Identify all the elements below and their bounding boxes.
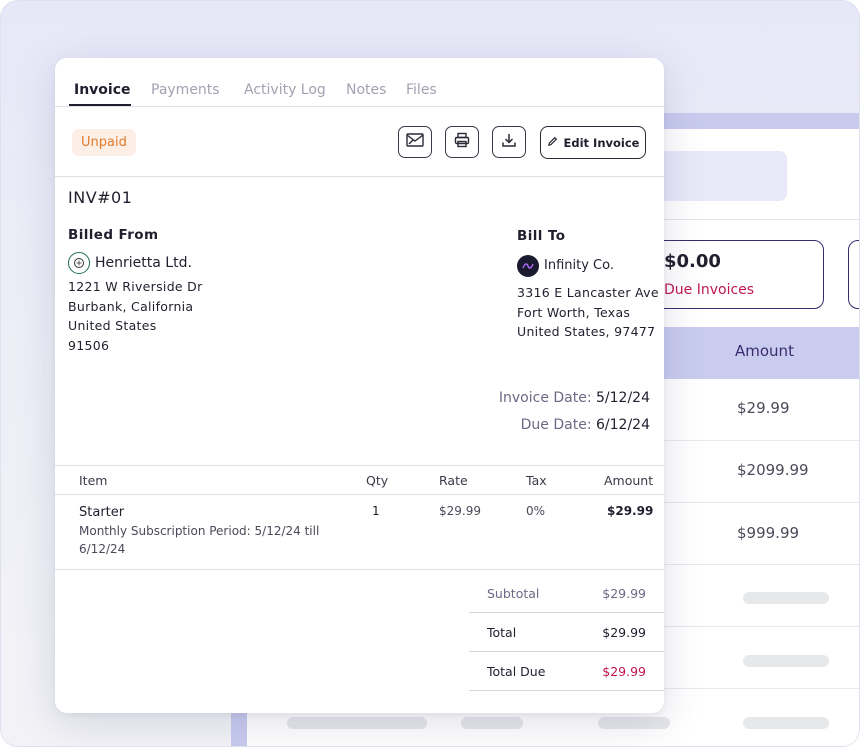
item-rate: $29.99 [439,504,481,518]
billed-from-heading: Billed From [68,227,159,243]
invoice-date-label: Invoice Date: [498,390,592,406]
print-button[interactable] [445,126,479,158]
summary-card[interactable] [848,240,859,309]
column-header-item: Item [79,473,108,488]
edit-invoice-button[interactable]: Edit Invoice [540,126,646,159]
address-line: 1221 W Riverside Dr [68,279,203,294]
header-divider [55,176,664,177]
bill-to-company: Infinity Co. [544,258,614,273]
table-top-divider [55,465,664,466]
row-amount: $2099.99 [737,461,809,479]
infinity-logo [517,255,539,277]
subtotal-label: Subtotal [487,586,540,601]
skeleton-bar [743,655,829,667]
item-name: Starter [79,505,125,520]
tab-payments[interactable]: Payments [151,82,220,98]
due-date: Due Date: 6/12/24 [521,417,650,433]
invoice-date-value: 5/12/24 [596,390,650,406]
row-amount: $999.99 [737,524,800,542]
total-due-label: Total Due [487,664,546,679]
total-due-value: $29.99 [602,664,646,679]
send-button[interactable] [398,126,432,158]
skeleton-bar [743,592,829,604]
tab-files[interactable]: Files [406,82,437,98]
invoice-number: INV#01 [68,188,133,207]
due-date-value: 6/12/24 [596,417,650,433]
due-invoices-amount: $0.00 [664,251,721,272]
tab-invoice[interactable]: Invoice [74,82,131,98]
active-tab-indicator [69,104,131,106]
table-bottom-divider [55,569,664,570]
edit-invoice-label: Edit Invoice [563,135,640,150]
download-button[interactable] [492,126,526,158]
bill-to-address: 3316 E Lancaster Ave Fort Worth, Texas U… [517,283,659,342]
invoice-date: Invoice Date: 5/12/24 [499,390,650,406]
table-header-divider [55,494,664,495]
invoice-detail-card: Invoice Payments Activity Log Notes File… [55,58,664,713]
address-line: Burbank, California [68,298,194,314]
billed-from-address: 1221 W Riverside Dr Burbank, California … [68,277,203,355]
column-header-qty: Qty [366,473,389,488]
pencil-icon [547,136,558,150]
henrietta-logo [68,252,90,274]
address-line: United States, 97477 [517,324,656,339]
printer-icon [454,132,470,152]
row-amount: $29.99 [737,399,790,417]
tab-bar: Invoice Payments Activity Log Notes File… [55,58,664,107]
address-line: 91506 [68,337,110,353]
send-envelope-icon [406,132,424,152]
total-value: $29.99 [602,625,646,640]
column-header-amount: Amount [604,473,654,488]
due-invoices-label: Due Invoices [664,282,755,298]
download-icon [501,132,517,152]
column-header-tax: Tax [526,473,547,488]
address-line: Fort Worth, Texas [517,304,631,320]
status-badge: Unpaid [72,129,136,156]
tab-activity-log[interactable]: Activity Log [244,82,326,98]
item-tax: 0% [526,504,546,518]
amount-column-header: Amount [735,342,794,360]
bill-to-heading: Bill To [517,228,566,244]
due-date-label: Due Date: [520,417,592,433]
address-line: United States [68,318,157,333]
subtotal-value: $29.99 [602,586,646,601]
subtotal-row: Subtotal $29.99 [469,574,664,613]
app-frame: $0.00 Due Invoices Amount $29.99 $2099.9… [0,0,860,747]
item-amount: $29.99 [607,504,654,518]
total-row: Total $29.99 [469,613,664,652]
skeleton-bar [461,717,523,729]
item-description-continued: 6/12/24 [79,542,126,556]
item-qty: 1 [372,504,380,518]
total-label: Total [487,625,517,640]
total-due-row: Total Due $29.99 [469,652,664,691]
skeleton-bar [598,717,670,729]
tab-notes[interactable]: Notes [346,82,386,98]
skeleton-bar [743,717,829,729]
column-header-rate: Rate [439,473,468,488]
item-description: Monthly Subscription Period: 5/12/24 til… [79,524,320,538]
skeleton-bar [287,717,427,729]
address-line: 3316 E Lancaster Ave [517,285,659,300]
billed-from-company: Henrietta Ltd. [95,255,192,271]
